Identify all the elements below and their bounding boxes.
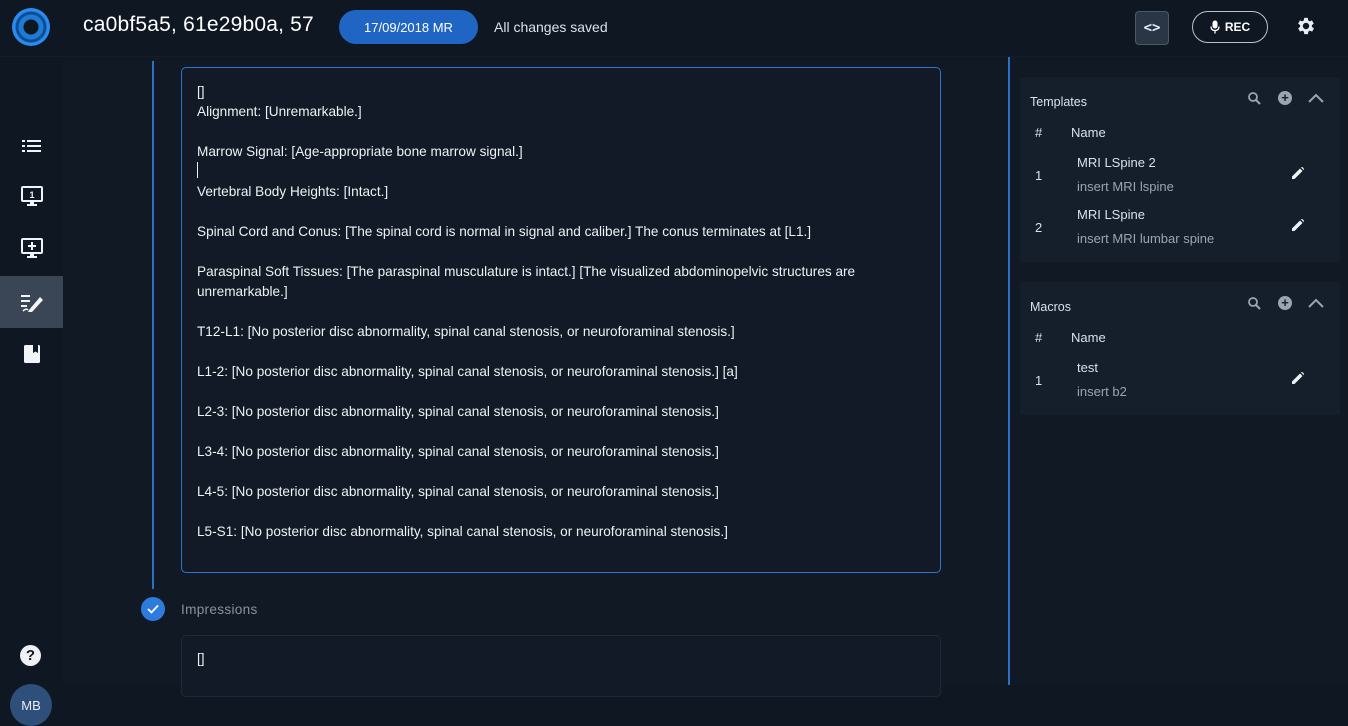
save-status: All changes saved: [494, 19, 608, 35]
column-header-name: Name: [1071, 330, 1106, 345]
sidebar-item-worklist[interactable]: [0, 120, 63, 172]
monitor-add-icon: [20, 238, 43, 258]
pencil-icon[interactable]: [1290, 217, 1306, 233]
code-icon: <>: [1143, 20, 1161, 36]
user-avatar[interactable]: MB: [10, 684, 52, 726]
row-number: 2: [1035, 220, 1043, 235]
top-bar: ca0bf5a5, 61e29b0a, 57 17/09/2018 MR All…: [0, 0, 1348, 57]
chevron-up-icon[interactable]: [1308, 295, 1324, 311]
book-icon: [23, 345, 40, 363]
findings-text[interactable]: [] Alignment: [Unremarkable.] Marrow Sig…: [197, 82, 927, 542]
report-area: [] Alignment: [Unremarkable.] Marrow Sig…: [63, 57, 1008, 697]
row-number: 1: [1035, 373, 1043, 388]
microphone-icon: [1210, 20, 1220, 34]
pencil-icon[interactable]: [1290, 165, 1306, 181]
help-icon[interactable]: ?: [20, 645, 41, 666]
monitor-one-icon: 1: [20, 186, 43, 206]
page-title: ca0bf5a5, 61e29b0a, 57: [83, 13, 314, 36]
left-sidebar: 1 ? MB: [0, 57, 63, 726]
code-toggle-button[interactable]: <>: [1135, 11, 1169, 45]
sidebar-item-library[interactable]: [0, 328, 63, 380]
findings-editor[interactable]: [] Alignment: [Unremarkable.] Marrow Sig…: [181, 67, 941, 573]
app-logo[interactable]: [12, 8, 50, 46]
search-icon[interactable]: [1246, 295, 1262, 311]
chevron-up-icon[interactable]: [1308, 90, 1324, 106]
add-macro-icon[interactable]: +: [1278, 296, 1292, 310]
template-name: MRI LSpine: [1077, 207, 1145, 222]
impressions-heading: Impressions: [181, 602, 258, 617]
row-number: 1: [1035, 168, 1043, 183]
template-trigger: insert MRI lumbar spine: [1077, 231, 1215, 246]
macros-card: Macros + # Name 1 test insert b2: [1020, 282, 1340, 415]
column-header-name: Name: [1071, 125, 1106, 140]
macro-name: test: [1077, 360, 1098, 375]
gear-icon: [1298, 17, 1314, 35]
macro-trigger: insert b2: [1077, 384, 1127, 399]
impressions-check-icon: [141, 597, 165, 621]
text-cursor: [197, 162, 198, 178]
sidebar-item-report-editor[interactable]: [0, 276, 63, 328]
template-row[interactable]: 1 MRI LSpine 2 insert MRI lspine: [1020, 149, 1340, 201]
list-icon: [21, 140, 41, 152]
pencil-icon[interactable]: [1290, 370, 1306, 386]
sidebar-item-add-viewer[interactable]: [0, 222, 63, 274]
impressions-editor[interactable]: []: [181, 635, 941, 697]
right-panel: Templates + # Name 1 MRI LSpine 2 insert…: [1010, 57, 1348, 685]
record-button[interactable]: REC: [1192, 11, 1268, 43]
impressions-text[interactable]: []: [197, 651, 205, 666]
templates-card: Templates + # Name 1 MRI LSpine 2 insert…: [1020, 77, 1340, 262]
template-name: MRI LSpine 2: [1077, 155, 1156, 170]
templates-title: Templates: [1030, 95, 1087, 109]
edit-report-icon: [20, 295, 43, 312]
settings-button[interactable]: [1292, 12, 1320, 40]
section-connector: [152, 61, 154, 589]
record-label: REC: [1224, 20, 1251, 34]
sidebar-item-viewer-one[interactable]: 1: [0, 170, 63, 222]
template-trigger: insert MRI lspine: [1077, 179, 1174, 194]
macros-title: Macros: [1030, 300, 1071, 314]
svg-text:1: 1: [29, 190, 34, 200]
search-icon[interactable]: [1246, 90, 1262, 106]
macro-row[interactable]: 1 test insert b2: [1020, 354, 1340, 406]
template-row[interactable]: 2 MRI LSpine insert MRI lumbar spine: [1020, 201, 1340, 253]
column-header-number: #: [1035, 330, 1043, 345]
add-template-icon[interactable]: +: [1278, 91, 1292, 105]
study-date-badge[interactable]: 17/09/2018 MR: [339, 10, 478, 44]
column-header-number: #: [1035, 125, 1043, 140]
